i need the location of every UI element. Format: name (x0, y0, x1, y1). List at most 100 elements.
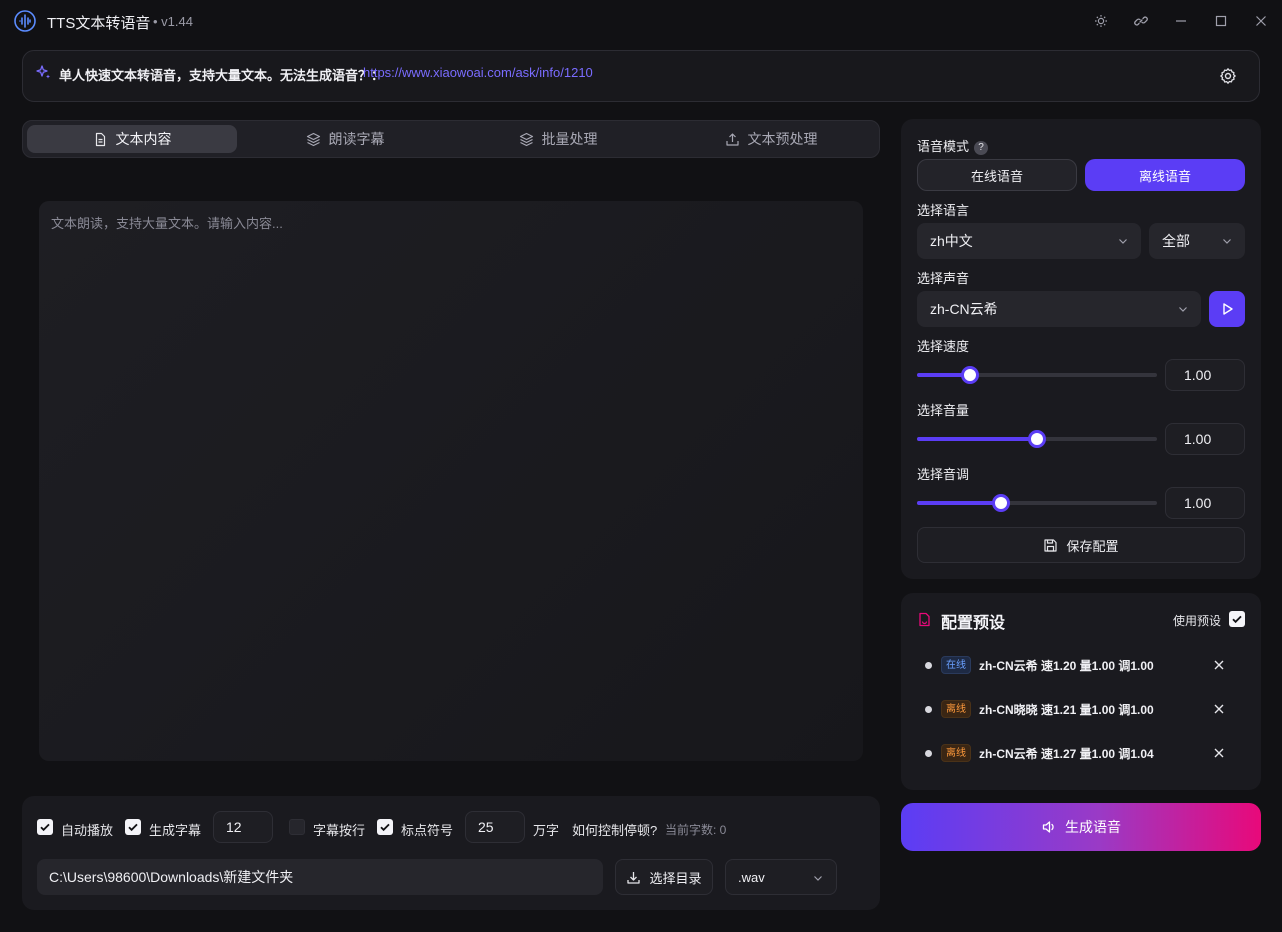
volume-label: 选择音量 (917, 403, 970, 418)
speed-value-input[interactable]: 1.00 (1165, 359, 1245, 391)
pitch-value-input[interactable]: 1.00 (1165, 487, 1245, 519)
check-icon (128, 823, 138, 832)
punctuation-label: 标点符号 (401, 823, 454, 838)
voice-select[interactable]: zh-CN云希 (917, 291, 1201, 327)
char-limit-input[interactable]: 25 (465, 811, 525, 843)
voice-mode-label: 语音模式? (917, 136, 989, 155)
preset-file-icon (919, 612, 930, 627)
subtitle-checkbox[interactable] (125, 819, 141, 835)
generate-speech-button[interactable]: 生成语音 (901, 803, 1261, 851)
preset-text: zh-CN云希 速1.20 量1.00 调1.00 (979, 658, 1154, 673)
pitch-label: 选择音调 (917, 467, 970, 482)
preset-tag: 在线 (941, 656, 971, 674)
offline-mode-button[interactable]: 离线语音 (1085, 159, 1245, 191)
check-icon (380, 823, 390, 832)
language-filter-select[interactable]: 全部 (1149, 223, 1245, 259)
delete-icon[interactable] (1213, 747, 1225, 759)
speed-slider[interactable] (917, 366, 1157, 384)
help-icon[interactable]: ? (974, 140, 989, 155)
link-button[interactable] (1131, 11, 1151, 31)
app-version: • v1.44 (153, 14, 193, 29)
preset-item[interactable]: 离线 zh-CN晓晓 速1.21 量1.00 调1.00 (925, 698, 1235, 720)
tab-subtitles[interactable]: 朗读字幕 (240, 125, 450, 153)
pitch-slider-thumb[interactable] (992, 494, 1010, 512)
close-icon (1256, 16, 1266, 26)
tab-label: 文本内容 (115, 131, 172, 147)
punctuation-checkbox[interactable] (377, 819, 393, 835)
bullet (925, 661, 932, 669)
voice-label: 选择声音 (917, 271, 970, 286)
volume-slider-thumb[interactable] (1028, 430, 1046, 448)
check-icon (1232, 615, 1242, 624)
volume-slider-fill (917, 437, 1037, 441)
preview-play-button[interactable] (1209, 291, 1245, 327)
app-logo-icon (14, 10, 36, 32)
generate-label: 生成语音 (1065, 819, 1121, 835)
gear-icon[interactable] (1219, 67, 1237, 85)
help-link[interactable]: https://www.xiaowoai.com/ask/info/1210 (363, 65, 593, 80)
subtitle-length-input[interactable]: 12 (213, 811, 273, 843)
bullet (925, 749, 932, 757)
subtitle-wrap-checkbox[interactable] (289, 819, 305, 835)
link-icon (1134, 16, 1148, 26)
online-mode-button[interactable]: 在线语音 (917, 159, 1077, 191)
delete-icon[interactable] (1213, 703, 1225, 715)
notice-text: 单人快速文本转语音，支持大量文本。无法生成语音？： (59, 68, 385, 83)
app-title: TTS文本转语音 (47, 15, 151, 32)
document-icon (95, 132, 105, 146)
language-filter-value: 全部 (1162, 233, 1190, 249)
preset-item[interactable]: 在线 zh-CN云希 速1.20 量1.00 调1.00 (925, 654, 1235, 676)
use-preset-label: 使用预设 (1173, 614, 1222, 628)
preset-item[interactable]: 离线 zh-CN云希 速1.27 量1.00 调1.04 (925, 742, 1235, 764)
check-icon (40, 823, 50, 832)
presets-title: 配置预设 (941, 615, 1006, 632)
char-count: 当前字数: 0 (665, 823, 727, 837)
voice-value: zh-CN云希 (930, 301, 998, 317)
voice-mode-text: 语音模式 (917, 139, 970, 154)
maximize-button[interactable] (1211, 11, 1231, 31)
volume-value-input[interactable]: 1.00 (1165, 423, 1245, 455)
choose-directory-label: 选择目录 (649, 870, 702, 886)
tab-batch[interactable]: 批量处理 (453, 125, 663, 153)
sparkle-icon (36, 65, 50, 79)
output-path-field[interactable]: C:\Users\98600\Downloads\新建文件夹 (37, 859, 603, 895)
tab-label: 批量处理 (541, 131, 598, 147)
language-label: 选择语言 (917, 203, 970, 218)
choose-directory-button[interactable]: 选择目录 (615, 859, 713, 895)
delete-icon[interactable] (1213, 659, 1225, 671)
use-preset-checkbox[interactable] (1229, 611, 1245, 627)
format-value: .wav (738, 870, 765, 885)
preset-text: zh-CN晓晓 速1.21 量1.00 调1.00 (979, 702, 1154, 717)
version-text: v1.44 (161, 14, 193, 29)
minimize-button[interactable] (1171, 11, 1191, 31)
speed-slider-thumb[interactable] (960, 366, 979, 384)
title-bar: TTS文本转语音 • v1.44 (0, 0, 1282, 42)
tab-preprocess[interactable]: 文本预处理 (666, 125, 876, 153)
maximize-icon (1215, 15, 1227, 27)
save-icon (1044, 538, 1058, 552)
subtitle-label: 生成字幕 (149, 823, 202, 838)
pitch-slider[interactable] (917, 494, 1157, 512)
language-value: zh中文 (930, 233, 973, 249)
text-input[interactable] (39, 201, 863, 761)
notice-bar: 单人快速文本转语音，支持大量文本。无法生成语音？： https://www.xi… (22, 50, 1260, 102)
bullet (925, 705, 932, 713)
char-limit-unit: 万字 (533, 823, 560, 838)
sun-icon (1095, 15, 1107, 27)
download-icon (627, 871, 641, 884)
language-select[interactable]: zh中文 (917, 223, 1141, 259)
tab-text-content[interactable]: 文本内容 (27, 125, 237, 153)
theme-toggle-button[interactable] (1091, 11, 1111, 31)
speed-label: 选择速度 (917, 339, 970, 354)
layers-icon (519, 132, 533, 146)
minimize-icon (1176, 20, 1186, 22)
chevron-down-icon (1119, 239, 1127, 244)
pause-help-link[interactable]: 如何控制停顿? (572, 820, 657, 839)
autoplay-checkbox[interactable] (37, 819, 53, 835)
chevron-down-icon (1223, 239, 1231, 244)
volume-slider[interactable] (917, 430, 1157, 448)
tab-bar: 文本内容 朗读字幕 批量处理 文本预处理 (22, 120, 880, 158)
save-config-button[interactable]: 保存配置 (917, 527, 1245, 563)
close-button[interactable] (1251, 11, 1271, 31)
format-select[interactable]: .wav (725, 859, 837, 895)
